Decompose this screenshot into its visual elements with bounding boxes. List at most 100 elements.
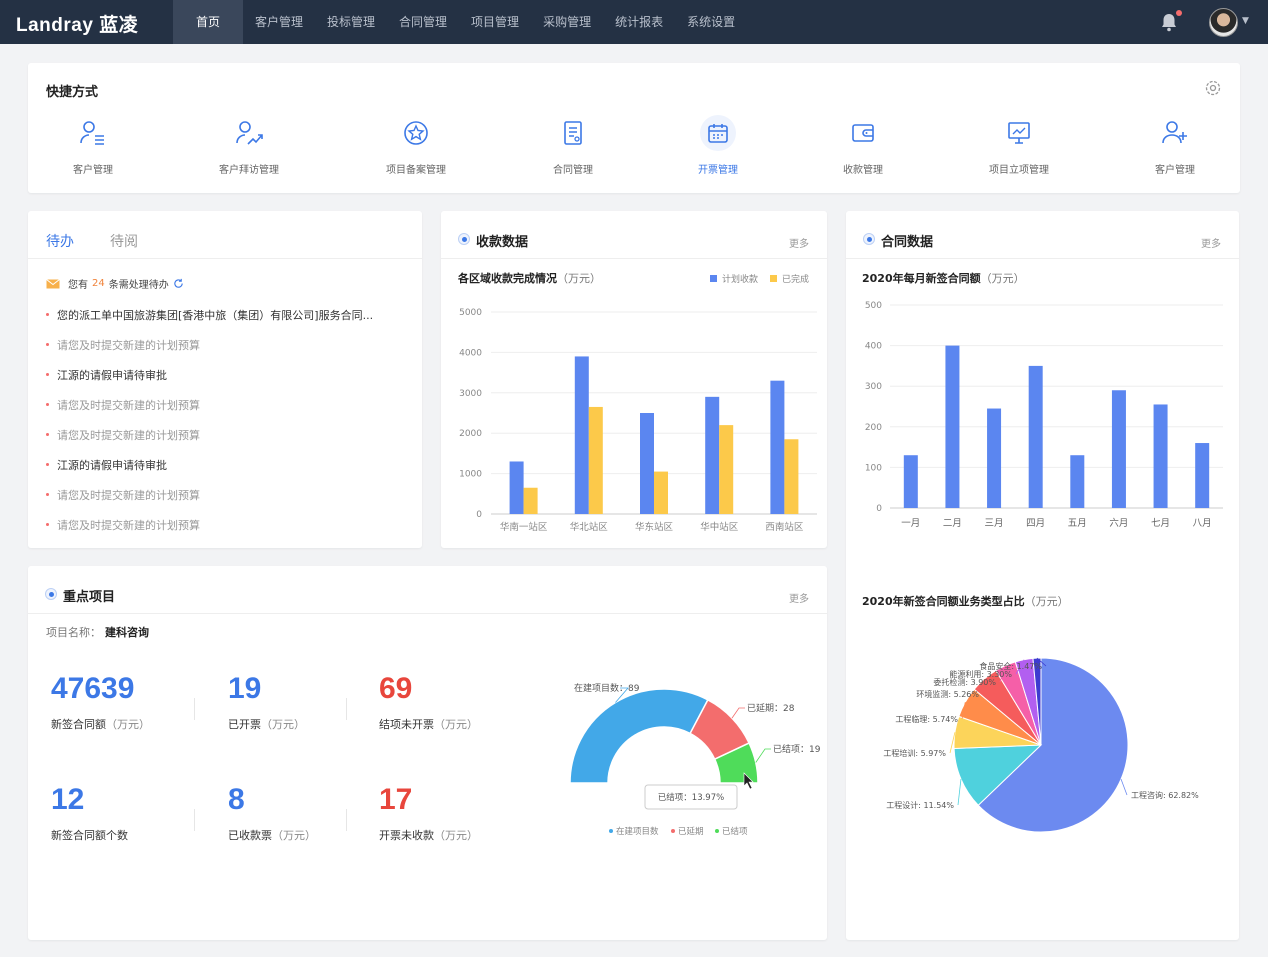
donut-label-line xyxy=(731,707,745,719)
nav-procurement[interactable]: 采购管理 xyxy=(531,0,603,44)
quick-item-add-customer[interactable]: 客户管理 xyxy=(1115,115,1235,176)
y-tick-label: 0 xyxy=(876,504,882,514)
pie-label-line xyxy=(957,779,962,806)
todo-summary: 您有 24 条需处理待办 xyxy=(46,276,184,291)
y-tick-label: 100 xyxy=(865,463,882,473)
y-tick-label: 500 xyxy=(865,301,882,311)
contract-card: 合同数据 更多 2020年每月新签合同额（万元） 0 100 200 300 400 50… xyxy=(846,211,1239,940)
legend-label: 已结项 xyxy=(722,826,748,837)
bar xyxy=(574,356,589,514)
notification-dot xyxy=(1176,10,1182,16)
business-type-pie-chart: 工程咨询: 62.82% 工程设计: 11.54% 工程培训: 5.97% 工程临理:… xyxy=(883,657,1199,833)
tab-toread[interactable]: 待阅 xyxy=(110,231,138,251)
gear-icon[interactable] xyxy=(1204,79,1222,97)
nav-reports[interactable]: 统计报表 xyxy=(603,0,675,44)
wallet-icon xyxy=(845,115,881,151)
main-nav: 首页 客户管理 投标管理 合同管理 项目管理 采购管理 统计报表 系统设置 xyxy=(173,0,747,44)
legend-label: 已延期 xyxy=(678,826,704,837)
quick-item-contract[interactable]: 合同管理 xyxy=(513,115,633,176)
bar xyxy=(770,380,785,514)
y-tick-label: 400 xyxy=(865,342,882,352)
todo-item[interactable]: 请您及时提交新建的计划预算 xyxy=(46,427,416,457)
x-tick-label: 一月 xyxy=(901,518,920,529)
quick-item-customer[interactable]: 客户管理 xyxy=(33,115,153,176)
star-circle-icon xyxy=(398,115,434,151)
refresh-icon[interactable] xyxy=(173,278,184,289)
donut-label: 已结项：19 xyxy=(773,743,821,755)
todo-item[interactable]: 请您及时提交新建的计划预算 xyxy=(46,517,416,547)
bar xyxy=(1070,455,1085,508)
pie-label: 环境监测: 5.26% xyxy=(916,689,979,699)
nav-customers[interactable]: 客户管理 xyxy=(243,0,315,44)
presentation-icon xyxy=(1001,115,1037,151)
quick-item-invoice[interactable]: 开票管理 xyxy=(658,115,778,176)
more-link[interactable]: 更多 xyxy=(789,590,809,605)
bar xyxy=(588,406,603,514)
bar xyxy=(654,471,668,514)
todo-item[interactable]: 您的派工单中国旅游集团[香港中旅（集团）有限公司]服务合同... xyxy=(46,307,416,337)
todo-item[interactable]: 江源的请假申请待审批 xyxy=(46,457,416,487)
card-title-icon xyxy=(45,588,57,600)
nav-contracts[interactable]: 合同管理 xyxy=(387,0,459,44)
bar xyxy=(987,408,1002,508)
project-name: 项目名称： 建科咨询 xyxy=(46,626,149,639)
donut-label-line xyxy=(755,748,771,763)
add-user-icon xyxy=(1157,115,1193,151)
bar xyxy=(945,345,960,508)
x-tick-label: 四月 xyxy=(1026,518,1045,529)
bar xyxy=(705,396,720,514)
x-tick-label: 华北站区 xyxy=(570,521,609,533)
top-navbar: Landray 蓝凌 首页 客户管理 投标管理 合同管理 项目管理 采购管理 统… xyxy=(0,0,1268,44)
bar xyxy=(523,487,538,514)
y-tick-label: 200 xyxy=(865,423,882,433)
bar xyxy=(509,461,524,514)
legend-dot xyxy=(609,829,613,833)
donut-label: 已延期：28 xyxy=(747,702,795,714)
y-tick-label: 4000 xyxy=(459,348,482,358)
todo-list: 您的派工单中国旅游集团[香港中旅（集团）有限公司]服务合同... 请您及时提交新… xyxy=(46,307,416,547)
pie-label-line xyxy=(1120,778,1128,796)
donut-slice xyxy=(569,688,709,784)
bar xyxy=(719,425,734,514)
quick-item-visit[interactable]: 客户拜访管理 xyxy=(189,115,309,176)
todo-item[interactable]: 请您及时提交新建的计划预算 xyxy=(46,487,416,517)
todo-card: 待办 待阅 您有 24 条需处理待办 您的派工单中国旅游集团[香港中旅（集团）有… xyxy=(28,211,422,548)
quick-item-payment[interactable]: 收款管理 xyxy=(803,115,923,176)
quick-item-project-filing[interactable]: 项目备案管理 xyxy=(356,115,476,176)
todo-item[interactable]: 江源的请假申请待审批 xyxy=(46,367,416,397)
key-projects-card: 重点项目 更多 项目名称： 建科咨询 47639 新签合同额（万元） 19 已开票… xyxy=(28,566,827,940)
card-header: 重点项目 更多 xyxy=(28,566,827,614)
bar xyxy=(1111,390,1126,508)
pie-label: 工程培训: 5.97% xyxy=(883,748,946,758)
tab-todo[interactable]: 待办 xyxy=(46,231,74,251)
pie-label: 工程咨询: 62.82% xyxy=(1131,790,1199,800)
nav-home[interactable]: 首页 xyxy=(173,0,243,44)
pie-label: 食品安全: 1.47% xyxy=(979,661,1042,671)
todo-count: 24 xyxy=(92,278,105,289)
nav-bidding[interactable]: 投标管理 xyxy=(315,0,387,44)
x-tick-label: 西南站区 xyxy=(765,521,804,533)
nav-settings[interactable]: 系统设置 xyxy=(675,0,747,44)
quick-item-project-approval[interactable]: 项目立项管理 xyxy=(959,115,1079,176)
landray-logo[interactable]: Landray 蓝凌 xyxy=(16,10,138,37)
todo-item[interactable]: 请您及时提交新建的计划预算 xyxy=(46,397,416,427)
card-title: 重点项目 xyxy=(63,590,116,605)
quick-access-card: 快捷方式 客户管理 客户拜访管理 项目备案管理 合同管理 开票管理 收款管理 项… xyxy=(28,63,1240,193)
mail-icon xyxy=(46,278,60,288)
legend-dot xyxy=(715,829,719,833)
todo-item[interactable]: 请您及时提交新建的计划预算 xyxy=(46,337,416,367)
bar xyxy=(640,413,654,514)
pie-subtitle: 2020年新签合同额业务类型占比（万元） xyxy=(862,595,1069,608)
bar xyxy=(1028,365,1043,508)
stat-closed-not-invoiced: 69 结项未开票（万元） xyxy=(379,672,478,731)
x-tick-label: 华中站区 xyxy=(700,521,739,533)
bar xyxy=(1153,404,1168,508)
y-tick-label: 2000 xyxy=(459,429,482,439)
y-tick-label: 0 xyxy=(476,510,482,520)
nav-projects[interactable]: 项目管理 xyxy=(459,0,531,44)
user-trend-icon xyxy=(231,115,267,151)
user-avatar[interactable] xyxy=(1209,8,1238,37)
stat-received: 8 已收款票（万元） xyxy=(228,783,316,842)
chevron-down-icon[interactable]: ▼ xyxy=(1242,16,1249,26)
x-tick-label: 五月 xyxy=(1068,518,1087,529)
